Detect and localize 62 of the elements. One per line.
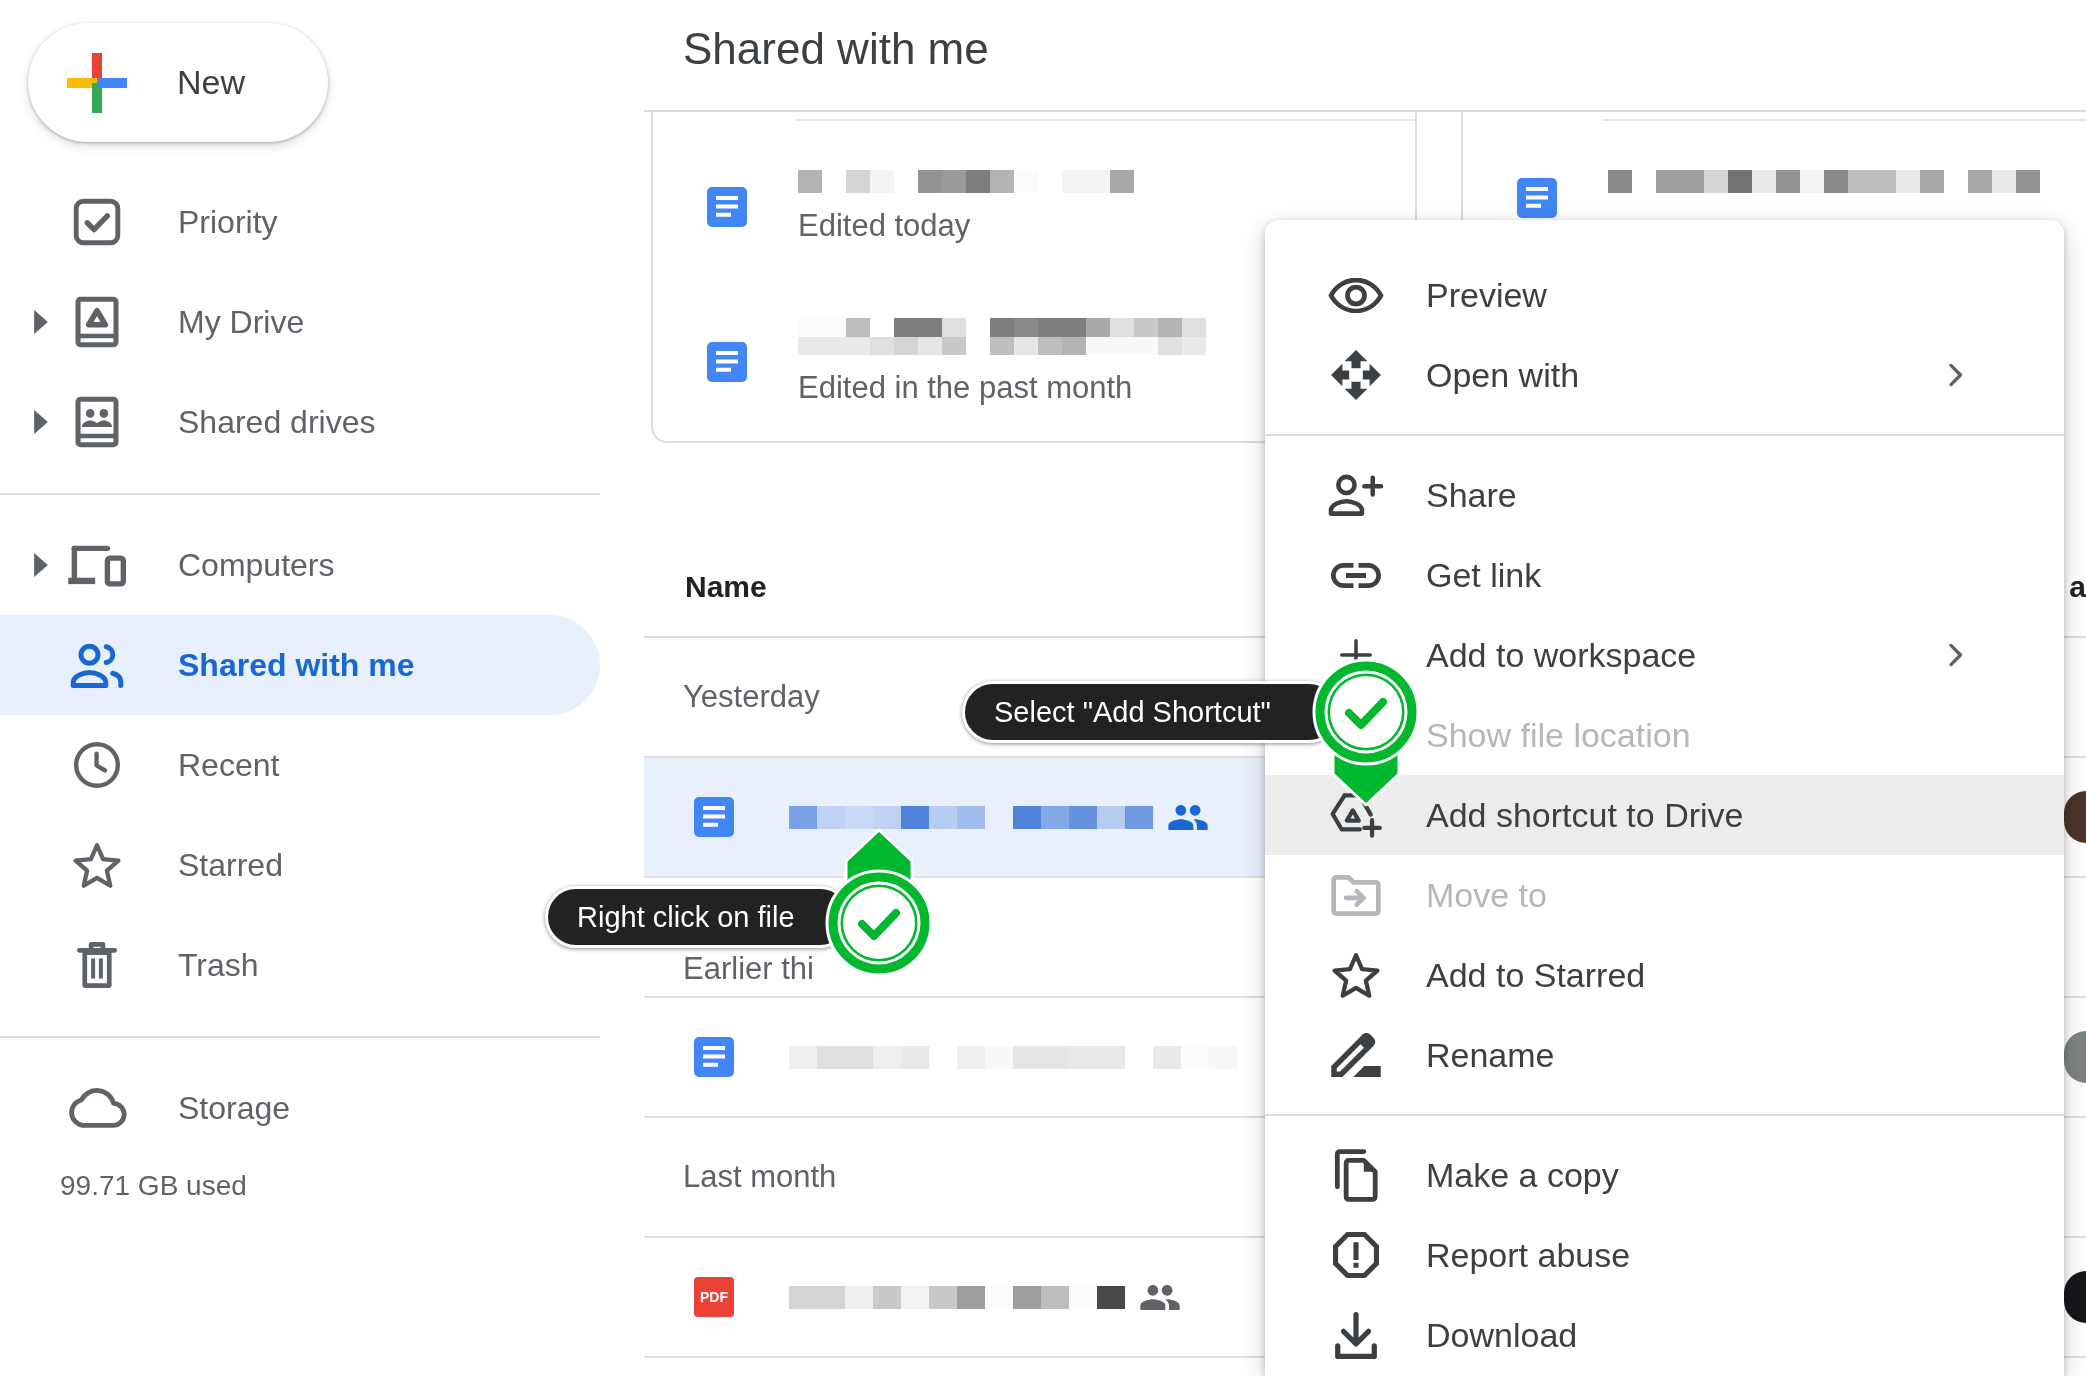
menu-item[interactable]: Rename [1265,1015,2064,1095]
column-header[interactable]: Name [685,569,767,605]
caret-right-icon[interactable] [34,553,48,577]
cloud-icon [67,1088,127,1128]
drive-add-icon [1330,792,1382,838]
sidebar-item[interactable]: Priority [0,172,600,272]
people-icon [70,642,124,688]
link-icon [1331,562,1381,588]
document-icon [694,1037,734,1077]
sidebar-item[interactable]: Shared drives [0,372,600,472]
menu-item[interactable]: Download [1265,1295,2064,1375]
new-button[interactable]: New [28,23,328,142]
page-title: Shared with me [683,24,989,73]
file-row[interactable] [644,758,1265,876]
drive-icon [75,296,119,348]
pencil-icon [1331,1033,1381,1077]
caret-right-icon[interactable] [34,310,48,334]
sidebar-item[interactable]: Shared with me [0,615,600,715]
document-icon [707,342,747,382]
four-arrows-icon [1331,350,1381,400]
clock-icon [74,742,120,788]
menu-item[interactable]: Add to Starred [1265,935,2064,1015]
pdf-file-icon: PDF [694,1277,734,1317]
group-label: Yesterday [683,679,820,715]
trash-icon [77,942,117,988]
exclamation-octagon-icon [1333,1232,1379,1278]
file-card[interactable] [1461,112,2086,220]
copy-icon [1334,1148,1378,1202]
sidebar-item[interactable]: Recent [0,715,600,815]
star-icon [1332,952,1380,998]
menu-item[interactable]: Get link [1265,535,2064,615]
edited-time-text: Edited today [798,208,971,244]
sidebar-item[interactable]: My Drive [0,272,600,372]
sidebar-item[interactable]: Computers [0,515,600,615]
document-icon [707,187,747,227]
avatar-placeholder [2064,1271,2086,1323]
menu-item[interactable]: Share [1265,455,2064,535]
laptop-phone-icon [67,543,127,587]
group-label: Last month [683,1159,837,1195]
document-icon [694,797,734,837]
caret-right-icon[interactable] [34,410,48,434]
plus-icon [67,52,127,113]
document-icon [1517,178,1557,218]
sidebar-item[interactable]: Storage [0,1058,600,1158]
storage-usage-text: 99.71 GB used [60,1169,247,1203]
menu-item[interactable]: Report abuse [1265,1215,2064,1295]
avatar-placeholder [2064,791,2086,843]
avatar-placeholder [2064,1031,2086,1083]
file-card[interactable]: Edited today Edited in the past month [651,112,1417,443]
download-icon [1335,1311,1377,1359]
edited-time-text: Edited in the past month [798,370,1133,406]
star-icon [73,842,121,888]
menu-item[interactable]: Make a copy [1265,1135,2064,1215]
column-header[interactable]: a [2069,569,2086,605]
group-label: Earlier thi [683,951,814,987]
people-frame-icon [75,396,119,448]
eye-icon [1328,277,1384,313]
menu-item[interactable]: Add shortcut to Drive [1265,775,2064,855]
file-row[interactable]: PDF [644,1238,1265,1356]
person-add-icon [1328,474,1384,516]
checkbox-icon [73,198,121,246]
folder-arrow-icon [1331,874,1381,916]
